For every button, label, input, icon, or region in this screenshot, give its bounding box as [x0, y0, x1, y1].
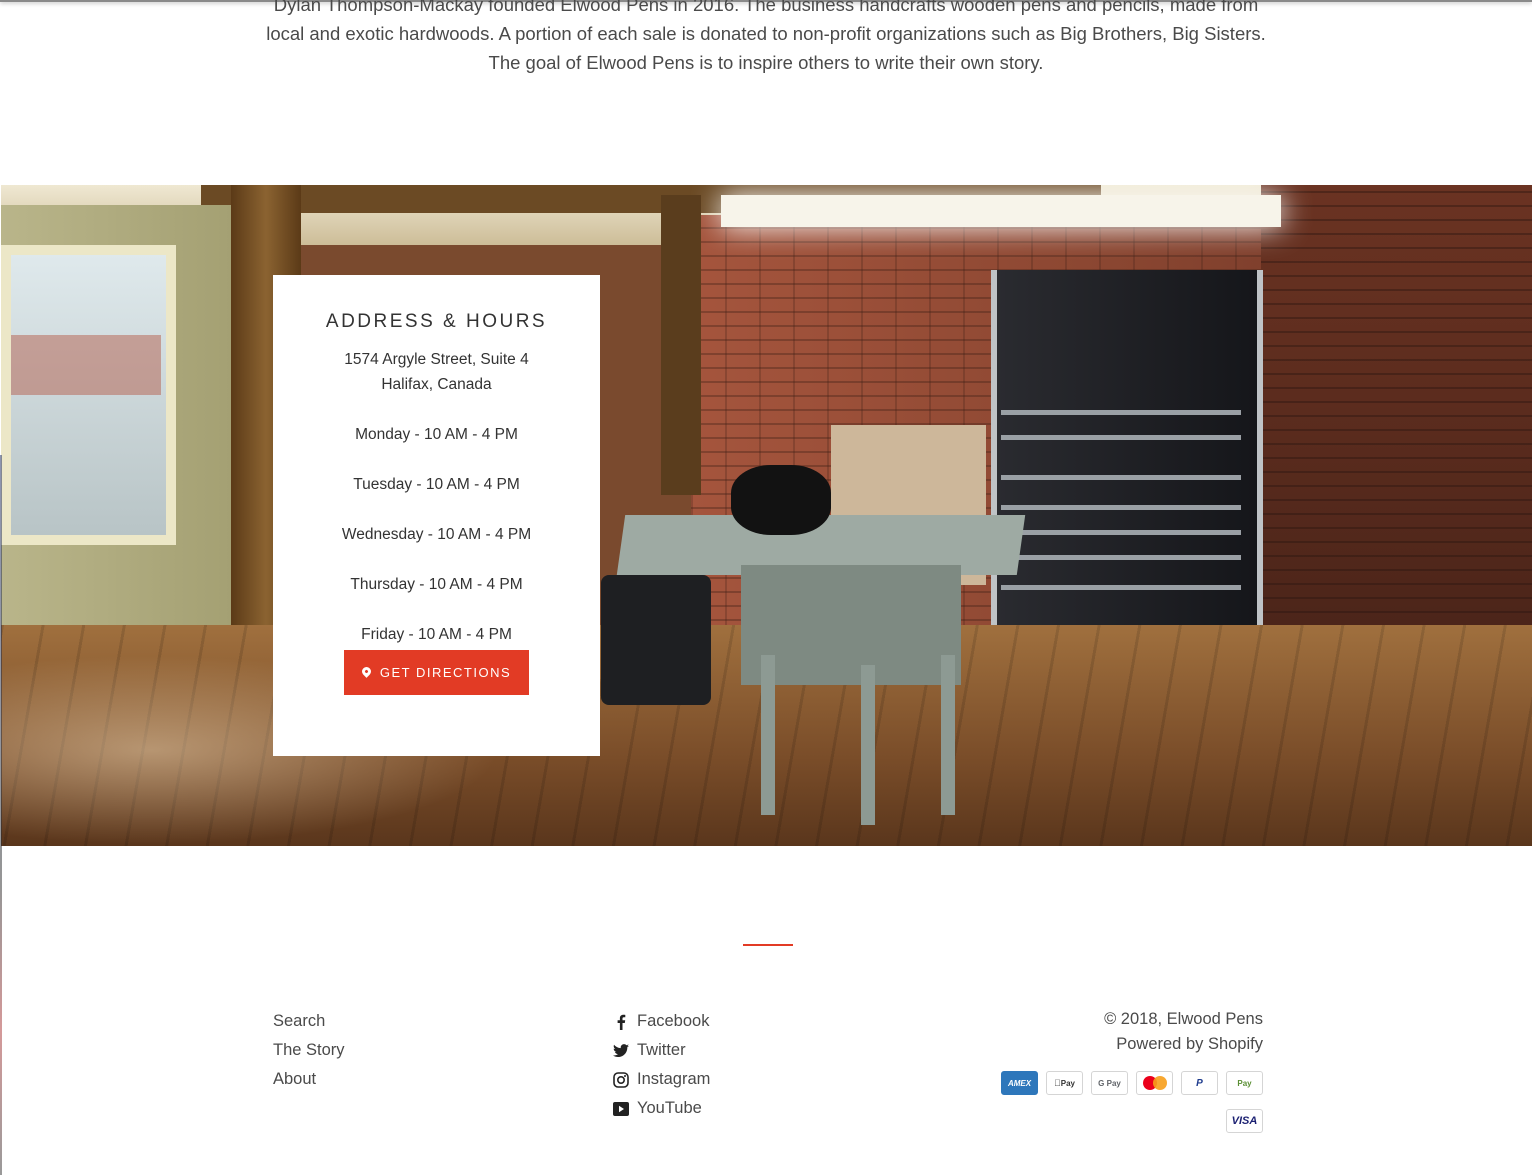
social-link-instagram[interactable]: Instagram	[613, 1065, 710, 1094]
instagram-label: Instagram	[637, 1070, 711, 1088]
paypal-icon: P	[1181, 1071, 1218, 1095]
hours-monday: Monday - 10 AM - 4 PM	[355, 426, 518, 443]
instagram-icon	[613, 1071, 629, 1088]
footer-social: Facebook Twitter Instagram YouTube	[613, 1007, 710, 1123]
left-edge-strip	[0, 455, 2, 1175]
copyright-text: © 2018, Elwood Pens	[1104, 1010, 1263, 1028]
hours-friday: Friday - 10 AM - 4 PM	[361, 626, 512, 643]
twitter-icon	[613, 1043, 629, 1059]
shopify-pay-icon: Pay	[1226, 1071, 1263, 1095]
social-link-facebook[interactable]: Facebook	[613, 1007, 710, 1036]
address-hours-title: ADDRESS & HOURS	[325, 311, 548, 332]
apple-pay-icon: Pay	[1046, 1071, 1083, 1095]
footer-info: © 2018, Elwood Pens Powered by Shopify A…	[900, 1007, 1263, 1133]
youtube-label: YouTube	[637, 1099, 702, 1117]
map-pin-icon	[359, 664, 373, 678]
facebook-icon	[613, 1014, 629, 1030]
payment-icons-row-2: VISA	[900, 1109, 1263, 1133]
google-pay-icon: G Pay	[1091, 1071, 1128, 1095]
address-hours-card: ADDRESS & HOURS 1574 Argyle Street, Suit…	[273, 275, 600, 756]
twitter-label: Twitter	[637, 1041, 686, 1059]
social-link-twitter[interactable]: Twitter	[613, 1036, 710, 1065]
address-line-1: 1574 Argyle Street, Suite 4	[344, 351, 529, 368]
footer-divider	[743, 944, 793, 946]
social-link-youtube[interactable]: YouTube	[613, 1094, 710, 1123]
facebook-label: Facebook	[637, 1012, 710, 1030]
mastercard-icon	[1136, 1071, 1173, 1095]
footer-link-about[interactable]: About	[273, 1065, 345, 1094]
powered-by-text: Powered by Shopify	[1116, 1035, 1263, 1053]
footer-link-search[interactable]: Search	[273, 1007, 345, 1036]
visa-icon: VISA	[1226, 1109, 1263, 1133]
address-line-2: Halifax, Canada	[381, 376, 492, 393]
hours-tuesday: Tuesday - 10 AM - 4 PM	[353, 476, 520, 493]
store-address: 1574 Argyle Street, Suite 4 Halifax, Can…	[273, 347, 600, 397]
youtube-icon	[613, 1101, 629, 1117]
footer-link-the-story[interactable]: The Story	[273, 1036, 345, 1065]
hours-thursday: Thursday - 10 AM - 4 PM	[350, 576, 523, 593]
get-directions-label: GET DIRECTIONS	[379, 665, 512, 680]
story-intro-text: Dylan Thompson-Mackay founded Elwood Pen…	[266, 0, 1266, 73]
payment-icons: AMEX Pay G Pay P Pay	[900, 1071, 1263, 1095]
get-directions-button[interactable]: GET DIRECTIONS	[344, 650, 529, 695]
hours-wednesday: Wednesday - 10 AM - 4 PM	[341, 526, 532, 543]
amex-icon: AMEX	[1001, 1071, 1038, 1095]
footer-links: Search The Story About	[273, 1007, 345, 1094]
workshop-photo	[1, 185, 1532, 846]
